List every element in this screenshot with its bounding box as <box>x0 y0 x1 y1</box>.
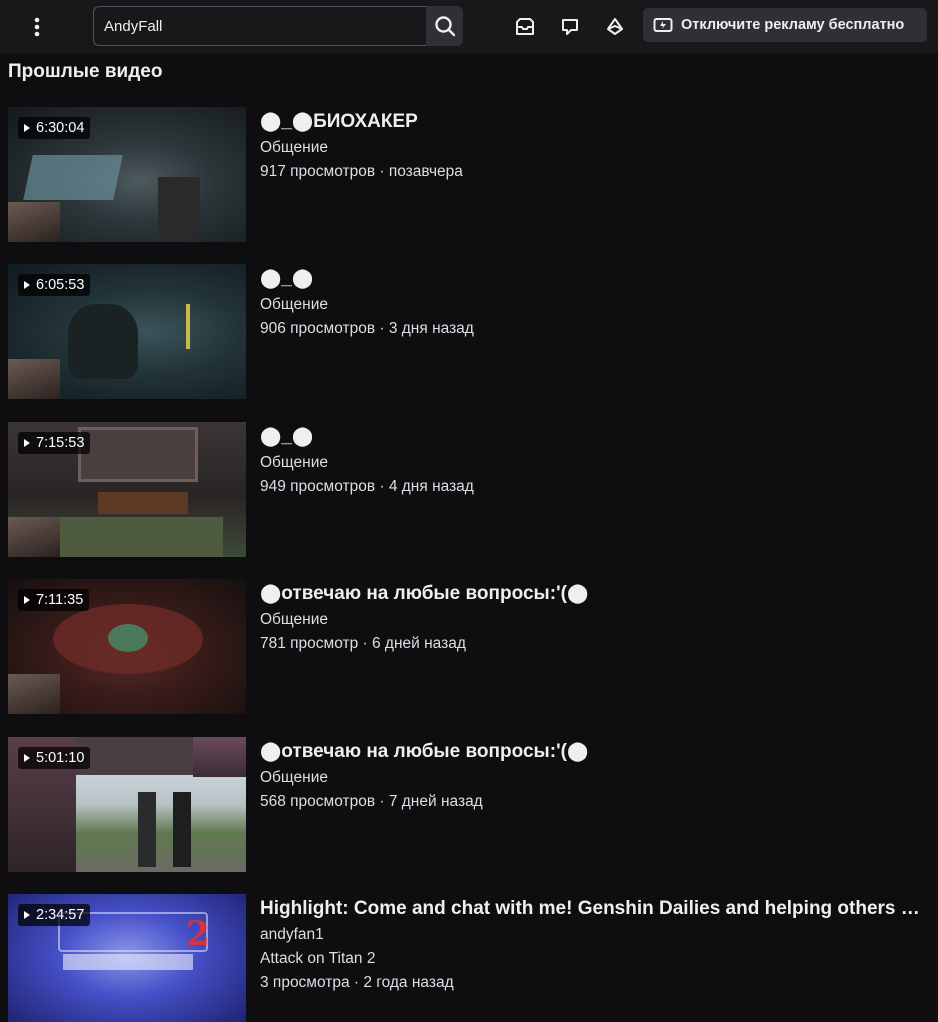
duration-badge: 6:30:04 <box>18 117 91 139</box>
video-thumbnail[interactable]: 6:05:53 <box>8 264 246 399</box>
bits-button[interactable] <box>600 12 630 42</box>
search-icon <box>434 16 455 37</box>
whispers-button[interactable] <box>555 12 585 42</box>
video-item: 2 2:34:57 Highlight: Come and chat with … <box>8 894 933 1022</box>
search-bar <box>93 6 463 46</box>
video-item: 6:30:04 ⬤_⬤БИОХАКЕР Общение 917 просмотр… <box>8 107 933 242</box>
video-stats: 568 просмотров · 7 дней назад <box>260 793 483 810</box>
video-title[interactable]: ⬤_⬤ <box>260 426 933 448</box>
duration-badge: 5:01:10 <box>18 747 91 769</box>
video-stats: 906 просмотров · 3 дня назад <box>260 320 474 337</box>
duration-badge: 7:15:53 <box>18 432 91 454</box>
search-button[interactable] <box>426 6 463 46</box>
top-bar: Отключите рекламу бесплатно <box>0 0 938 53</box>
ad-free-icon <box>653 18 673 32</box>
video-thumbnail[interactable]: 7:15:53 <box>8 422 246 557</box>
video-category[interactable]: Общение <box>260 295 933 314</box>
section-title: Прошлые видео <box>8 61 163 82</box>
play-icon <box>24 596 30 604</box>
video-stats: 3 просмотра · 2 года назад <box>260 974 454 991</box>
video-title[interactable]: ⬤отвечаю на любые вопросы:'(⬤ <box>260 583 933 605</box>
play-icon <box>24 281 30 289</box>
play-icon <box>24 439 30 447</box>
video-thumbnail[interactable]: 6:30:04 <box>8 107 246 242</box>
video-title[interactable]: ⬤_⬤ <box>260 268 933 290</box>
play-icon <box>24 124 30 132</box>
video-category[interactable]: Общение <box>260 453 933 472</box>
search-input[interactable] <box>93 6 426 46</box>
video-category[interactable]: Общение <box>260 768 933 787</box>
video-thumbnail[interactable]: 7:11:35 <box>8 579 246 714</box>
video-title[interactable]: ⬤_⬤БИОХАКЕР <box>260 111 933 133</box>
video-item: 7:11:35 ⬤отвечаю на любые вопросы:'(⬤ Об… <box>8 579 933 714</box>
bits-icon <box>607 18 623 35</box>
video-category[interactable]: Общение <box>260 610 933 629</box>
ad-free-label: Отключите рекламу бесплатно <box>681 17 905 33</box>
play-icon <box>24 754 30 762</box>
duration-badge: 6:05:53 <box>18 274 91 296</box>
video-item: 5:01:10 ⬤отвечаю на любые вопросы:'(⬤ Об… <box>8 737 933 872</box>
video-stats: 781 просмотр · 6 дней назад <box>260 635 466 652</box>
video-title[interactable]: ⬤отвечаю на любые вопросы:'(⬤ <box>260 741 933 763</box>
video-item: 6:05:53 ⬤_⬤ Общение 906 просмотров · 3 д… <box>8 264 933 399</box>
more-vertical-icon[interactable] <box>22 12 52 42</box>
play-icon <box>24 911 30 919</box>
video-stats: 949 просмотров · 4 дня назад <box>260 478 474 495</box>
video-category[interactable]: Общение <box>260 138 933 157</box>
video-thumbnail[interactable]: 5:01:10 <box>8 737 246 872</box>
inbox-button[interactable] <box>510 12 540 42</box>
video-stats: 917 просмотров · позавчера <box>260 163 463 180</box>
video-item: 7:15:53 ⬤_⬤ Общение 949 просмотров · 4 д… <box>8 422 933 557</box>
whispers-icon <box>562 19 578 35</box>
video-thumbnail[interactable]: 2 2:34:57 <box>8 894 246 1022</box>
duration-badge: 7:11:35 <box>18 589 90 611</box>
inbox-icon <box>516 18 534 35</box>
video-channel[interactable]: andyfan1 <box>260 925 933 944</box>
ad-free-button[interactable]: Отключите рекламу бесплатно <box>643 8 927 42</box>
duration-badge: 2:34:57 <box>18 904 91 926</box>
video-title[interactable]: Highlight: Come and chat with me! Genshi… <box>260 898 933 920</box>
video-category[interactable]: Attack on Titan 2 <box>260 949 933 968</box>
